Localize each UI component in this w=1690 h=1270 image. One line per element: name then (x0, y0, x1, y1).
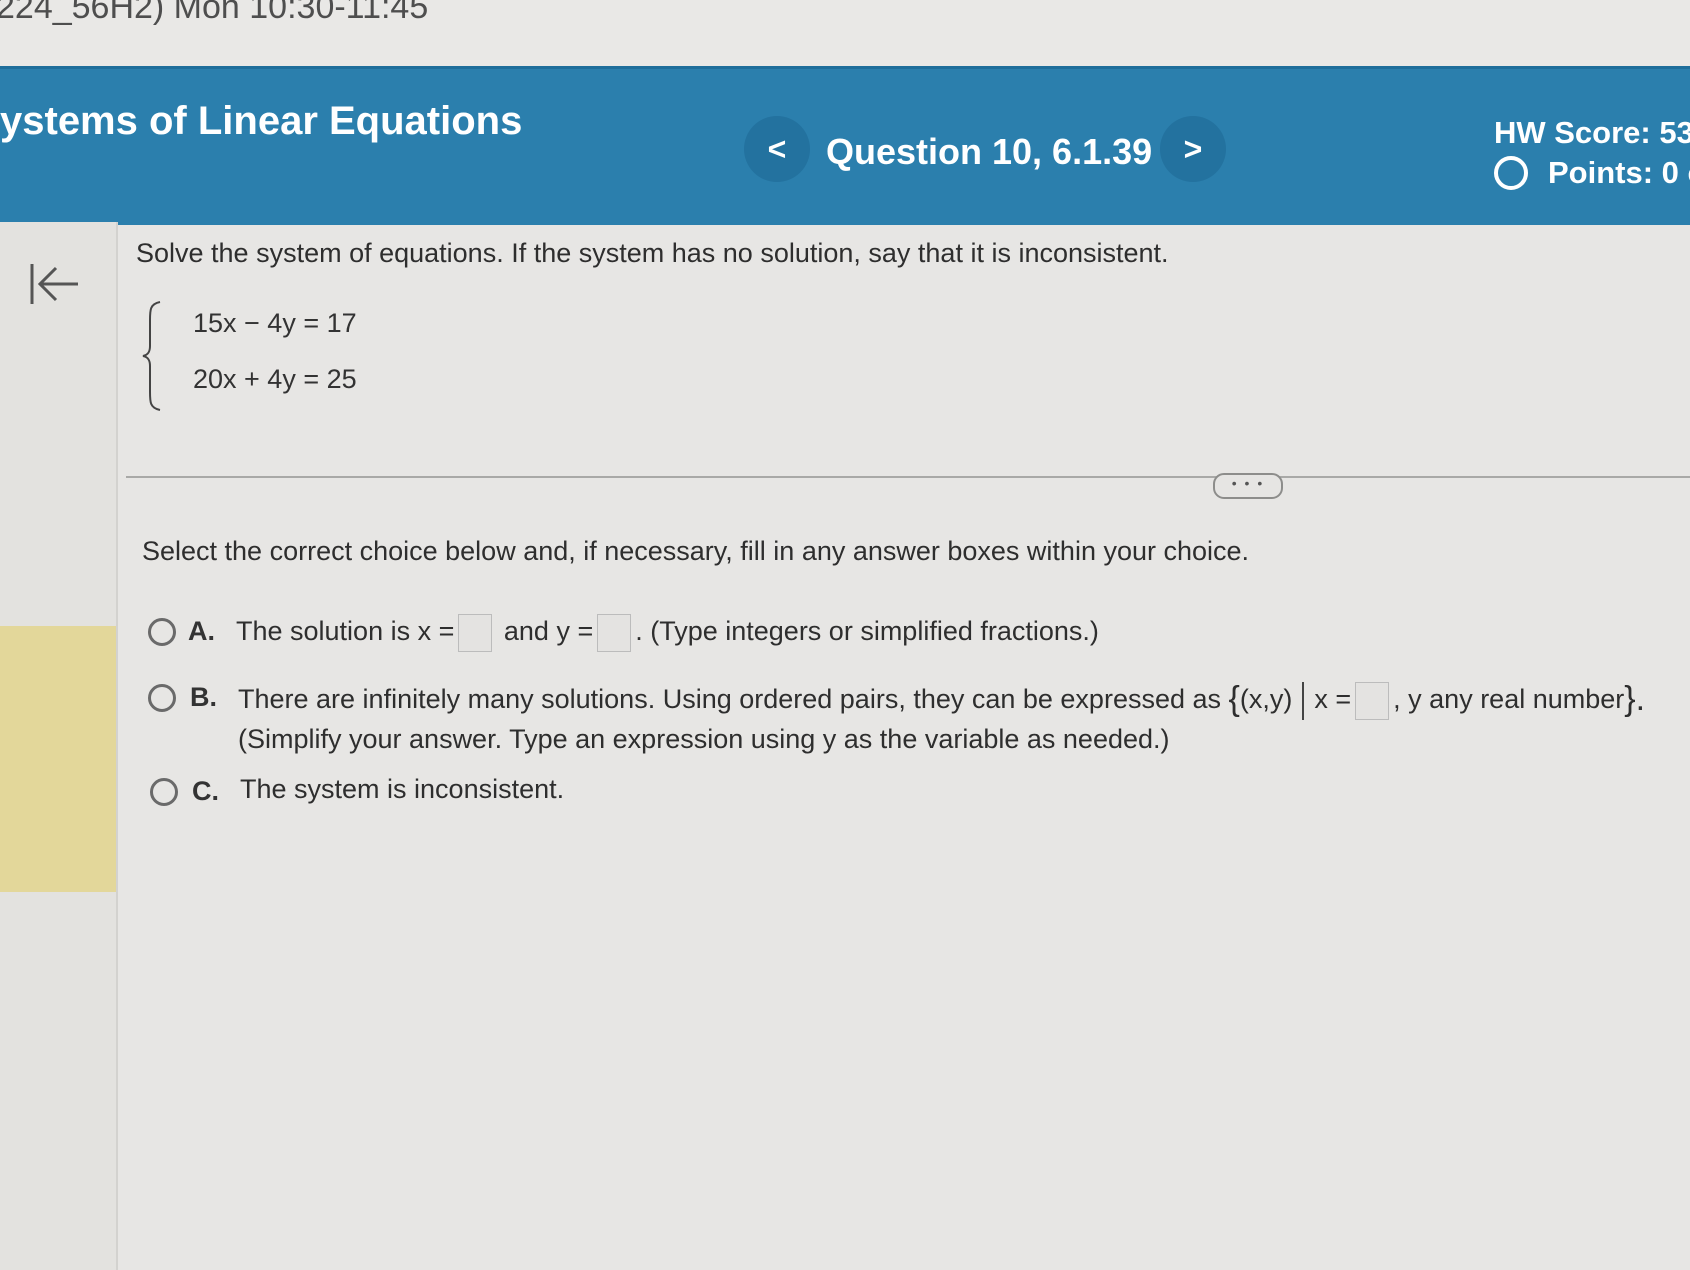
next-question-button[interactable]: > (1160, 116, 1226, 182)
chevron-left-icon: < (767, 130, 787, 167)
points-label: Points: 0 c (1548, 155, 1690, 190)
radio-choice-c[interactable] (150, 778, 178, 806)
choice-a-text-2: and y = (503, 616, 594, 647)
equation-2: 20x + 4y = 25 (193, 364, 357, 394)
progress-ring-icon (1494, 156, 1528, 190)
x-answer-box[interactable] (458, 614, 493, 652)
chevron-right-icon: > (1183, 130, 1203, 167)
choice-b-hint: (Simplify your answer. Type an expressio… (238, 724, 1170, 754)
choice-a-text: The solution is x = and y = . (Type integ… (236, 614, 1099, 652)
choice-a-text-3: . (Type integers or simplified fractions… (635, 616, 1099, 647)
section-title: ystems of Linear Equations (0, 99, 523, 143)
hw-score: HW Score: 53 (1494, 115, 1690, 150)
choice-c-letter: C. (192, 776, 219, 806)
y-answer-box[interactable] (597, 614, 632, 652)
system-brace (142, 301, 161, 411)
expand-more-button[interactable]: • • • (1213, 473, 1283, 499)
ordered-pair: (x,y) (1239, 684, 1293, 714)
instructions: Select the correct choice below and, if … (142, 536, 1250, 566)
collapse-left-icon[interactable] (26, 256, 86, 312)
set-open-brace: { (1228, 680, 1240, 718)
highlight-strip (0, 626, 116, 892)
choice-b-x-eq: x = (1314, 684, 1352, 714)
choice-b-text: There are infinitely many solutions. Usi… (238, 680, 1645, 720)
choice-b-letter: B. (190, 682, 217, 712)
previous-question-button[interactable]: < (744, 116, 810, 182)
section-divider (126, 476, 1690, 478)
points-display: Points: 0 c (1494, 155, 1690, 191)
question-title: Question 10, 6.1.39 (826, 131, 1153, 172)
equation-1: 15x − 4y = 17 (193, 308, 357, 338)
such-that-bar (1302, 681, 1305, 720)
choice-b-text-1: There are infinitely many solutions. Usi… (238, 684, 1222, 714)
problem-prompt: Solve the system of equations. If the sy… (136, 238, 1169, 268)
choice-a-letter: A. (188, 616, 215, 646)
course-header: 224_56H2) Mon 10:30-11:45 (0, 0, 429, 26)
x-expression-box[interactable] (1355, 681, 1390, 720)
question-header: ystems of Linear Equations < Question 10… (0, 66, 1690, 225)
set-close-brace: }. (1624, 680, 1646, 718)
radio-choice-b[interactable] (148, 684, 176, 712)
choice-a-text-1: The solution is x = (236, 616, 455, 647)
radio-choice-a[interactable] (148, 618, 176, 646)
choice-b-text-2: , y any real number (1393, 684, 1625, 714)
course-bar: 224_56H2) Mon 10:30-11:45 (0, 0, 1690, 68)
choice-c-text: The system is inconsistent. (240, 774, 565, 804)
